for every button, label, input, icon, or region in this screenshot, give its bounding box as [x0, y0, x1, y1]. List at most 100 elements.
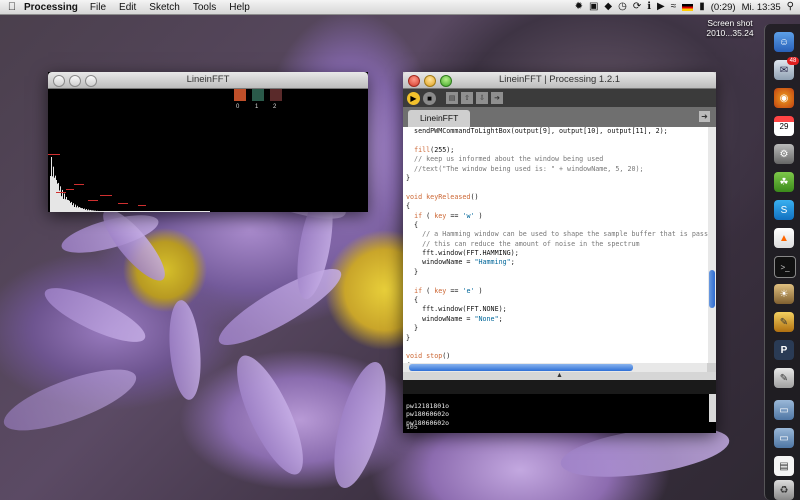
volume-icon[interactable]: ▶ — [657, 0, 665, 14]
zoom-button[interactable] — [85, 75, 97, 87]
spectrum-bar — [119, 211, 120, 212]
spectrum-bar — [85, 209, 86, 212]
console-scrollbar[interactable] — [709, 394, 716, 422]
menu-app-name[interactable]: Processing — [24, 2, 78, 13]
stop-icon[interactable]: ■ — [423, 91, 436, 105]
trash-icon[interactable]: ♻ — [774, 480, 794, 500]
spectrum-bar — [110, 211, 111, 212]
run-icon[interactable]: ▶ — [407, 91, 420, 105]
flag-icon[interactable] — [682, 3, 694, 11]
spectrum-bar — [122, 211, 123, 212]
spectrum-bar — [186, 211, 187, 212]
menu-sketch[interactable]: Sketch — [149, 2, 180, 13]
open-icon[interactable]: ⇧ — [461, 92, 473, 104]
time-machine-icon[interactable]: ◷ — [618, 0, 627, 14]
menu-file[interactable]: File — [90, 2, 106, 13]
message-area — [403, 380, 716, 394]
pdf-icon[interactable]: ✎ — [774, 368, 794, 388]
status-app-icon[interactable]: ▣ — [589, 0, 598, 14]
vlc-icon[interactable]: ▲ — [774, 228, 794, 248]
spectrum-bar — [173, 211, 174, 212]
spectrum-bar — [175, 211, 176, 212]
bluetooth-icon[interactable]: ℹ — [647, 0, 651, 14]
close-button[interactable] — [53, 75, 65, 87]
code-line: void stop() — [406, 352, 451, 361]
spectrum-bar — [90, 209, 91, 212]
spectrum-bar — [78, 207, 79, 212]
spectrum-bar — [117, 211, 118, 212]
spectrum-bar — [100, 211, 101, 212]
folder-icon[interactable]: ▭ — [774, 400, 794, 420]
spectrum-bar — [81, 208, 82, 212]
iphoto-icon[interactable]: ☀ — [774, 284, 794, 304]
tab-bar: LineinFFT ➜ — [403, 107, 716, 127]
spectrum-bar — [86, 209, 87, 212]
save-icon[interactable]: ⇩ — [476, 92, 488, 104]
editor-titlebar[interactable]: LineinFFT | Processing 1.2.1 — [403, 72, 716, 89]
spectrum-peak-marker — [56, 192, 66, 193]
spectrum-bar — [124, 211, 125, 212]
spectrum-bar — [162, 211, 163, 212]
minimize-button[interactable] — [424, 75, 436, 87]
console-line: pw18060602o — [406, 410, 450, 419]
spectrum-bar — [60, 186, 61, 212]
code-horizontal-scrollbar[interactable] — [403, 363, 707, 372]
spectrum-bar — [87, 210, 88, 212]
sync-icon[interactable]: ⟳ — [633, 0, 641, 14]
line-number-indicator: 105 — [406, 422, 418, 431]
processing-icon[interactable]: ✎ — [774, 312, 794, 332]
firefox-icon[interactable]: ◉ — [774, 88, 794, 108]
sketch-window: LineinFFT 0 1 2 — [48, 72, 368, 212]
export-icon[interactable]: ➜ — [491, 92, 503, 104]
spectrum-bar — [95, 210, 96, 212]
code-vertical-scrollbar[interactable] — [708, 127, 716, 363]
spectrum-bar — [205, 211, 206, 212]
spotlight-search-icon[interactable]: ⚲ — [787, 0, 794, 14]
new-icon[interactable]: ▤ — [446, 92, 458, 104]
menu-tools[interactable]: Tools — [193, 2, 216, 13]
finder-icon[interactable]: ☺ — [774, 32, 794, 52]
wifi-icon[interactable]: ≈ — [671, 0, 677, 14]
spectrum-bar — [150, 211, 151, 212]
spectrum-bar — [139, 211, 140, 212]
document-icon[interactable]: ▤ — [774, 456, 794, 476]
code-editor[interactable]: sendPWMCommandToLightBox(output[9], outp… — [403, 127, 710, 363]
evernote-icon[interactable]: ☘ — [774, 172, 794, 192]
spectrum-bar — [127, 211, 128, 212]
folder-icon[interactable]: ▭ — [774, 428, 794, 448]
skype-icon[interactable]: S — [774, 200, 794, 220]
menu-help[interactable]: Help — [229, 2, 250, 13]
dropbox-icon[interactable]: ◆ — [604, 0, 612, 14]
channel-label-0: 0 — [236, 104, 240, 110]
tab-menu-arrow-icon[interactable]: ➜ — [699, 111, 710, 122]
spectrum-bar — [121, 211, 122, 212]
minimize-button[interactable] — [69, 75, 81, 87]
spectrum-bar — [192, 211, 193, 212]
console-splitter[interactable]: ▲ — [403, 372, 716, 380]
spectrum-bar — [180, 211, 181, 212]
sketch-titlebar[interactable]: LineinFFT — [48, 72, 368, 89]
tab-lineinfft[interactable]: LineinFFT — [408, 110, 471, 127]
desktop-file-screenshot[interactable]: Screen shot 2010...35.24 — [700, 18, 760, 38]
menu-edit[interactable]: Edit — [119, 2, 136, 13]
spectrum-bar — [161, 211, 162, 212]
spectrum-bar — [109, 211, 110, 212]
spectrum-bar — [206, 211, 207, 212]
zoom-button[interactable] — [440, 75, 452, 87]
spectrum-bar — [202, 211, 203, 212]
gear-icon[interactable]: ✹ — [575, 0, 583, 14]
spectrum-bar — [143, 211, 144, 212]
spectrum-bar — [164, 211, 165, 212]
clock[interactable]: Mi. 13:35 — [742, 2, 781, 13]
apple-menu-icon[interactable]:  — [0, 1, 24, 13]
channel-swatch-2 — [270, 89, 282, 101]
spectrum-bar — [144, 211, 145, 212]
spectrum-bar — [118, 211, 119, 212]
preview-icon[interactable]: P — [774, 340, 794, 360]
system-prefs-icon[interactable]: ⚙ — [774, 144, 794, 164]
terminal-icon[interactable]: >_ — [774, 256, 796, 278]
battery-icon[interactable]: ▮ — [699, 0, 705, 14]
close-button[interactable] — [408, 75, 420, 87]
ical-icon[interactable]: 29 — [774, 116, 794, 136]
spectrum-bar — [177, 211, 178, 212]
